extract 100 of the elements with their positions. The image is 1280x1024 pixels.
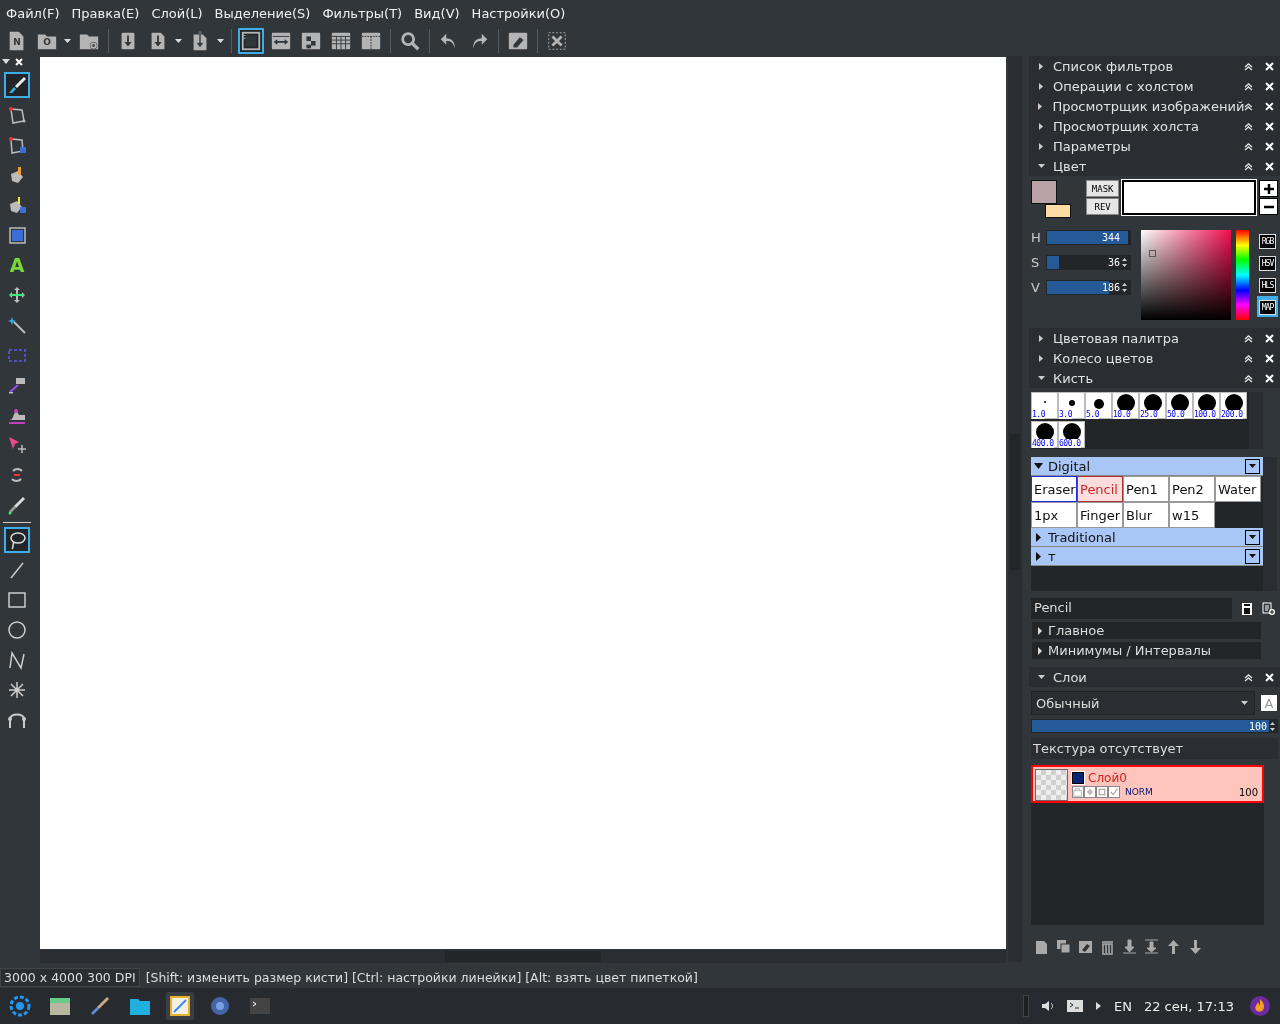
color-mode-button[interactable]: HLS (1259, 278, 1276, 293)
brush-size-preset[interactable]: 100.0 (1193, 392, 1220, 419)
close-icon[interactable] (1265, 672, 1274, 682)
panel-header[interactable]: Просмотрщик изображений (1029, 96, 1280, 116)
opacity-slider[interactable]: 100 (1031, 719, 1278, 733)
square-icon[interactable] (1096, 786, 1108, 798)
expand-arrow-icon[interactable] (1037, 122, 1045, 130)
menu-item[interactable]: Слой(L) (145, 5, 209, 21)
float-icon[interactable] (1244, 121, 1253, 131)
settings-section[interactable]: Главное (1032, 622, 1261, 639)
menu-item[interactable]: Настройки(O) (465, 5, 572, 21)
settings-section[interactable]: Минимумы / Интервалы (1032, 642, 1261, 659)
brush-preset[interactable]: Pencil (1077, 476, 1123, 502)
brush-group-header[interactable]: Digital (1031, 457, 1263, 476)
texture-field[interactable]: Текстура отсутствует (1031, 738, 1278, 759)
panel-header[interactable]: Цветовая палитра (1029, 328, 1280, 348)
color-mode-button[interactable]: RGB (1259, 234, 1276, 249)
brush-size-preset[interactable]: 5.0 (1085, 392, 1112, 419)
horizontal-scrollbar[interactable] (40, 950, 1006, 963)
panel-header[interactable]: Операции с холстом (1029, 76, 1280, 96)
expand-arrow-icon[interactable] (1037, 354, 1045, 362)
merge-down-button[interactable] (1122, 939, 1137, 957)
move-down-button[interactable] (1188, 939, 1203, 957)
float-icon[interactable] (1244, 373, 1253, 383)
background-swatch[interactable] (1045, 204, 1071, 218)
menu-item[interactable]: Вид(V) (408, 5, 466, 21)
expand-arrow-icon[interactable] (1037, 102, 1045, 110)
group-menu-button[interactable] (1245, 529, 1260, 545)
close-icon[interactable] (1265, 333, 1274, 343)
brush-preset[interactable]: Finger (1077, 502, 1123, 528)
brush-preset[interactable]: Pen2 (1169, 476, 1215, 502)
brush-size-preset[interactable]: 400.0 (1031, 420, 1058, 448)
expand-arrow-icon[interactable] (1037, 62, 1045, 70)
brush-size-preset[interactable]: 3.0 (1058, 392, 1085, 419)
brush-size-preset[interactable]: 200.0 (1220, 392, 1247, 419)
panel-header[interactable]: Колесо цветов (1029, 348, 1280, 368)
close-icon[interactable] (15, 58, 23, 66)
move-up-button[interactable] (1166, 939, 1181, 957)
float-icon[interactable] (1244, 672, 1253, 682)
collapse-arrow-icon[interactable] (1034, 461, 1043, 471)
s-slider[interactable]: 36 (1045, 255, 1131, 270)
clock[interactable]: 22 сен, 17:13 (1143, 998, 1234, 1014)
brush-preset[interactable]: Eraser (1031, 476, 1077, 502)
caret-icon[interactable] (2, 59, 11, 65)
brush-size-preset[interactable]: 50.0 (1166, 392, 1193, 419)
expand-arrow-icon[interactable] (1037, 334, 1045, 342)
layer-color-swatch[interactable] (1072, 771, 1084, 784)
view-button[interactable] (238, 28, 264, 54)
collapse-arrow-icon[interactable] (1037, 162, 1045, 170)
group-menu-button[interactable] (1245, 548, 1260, 564)
brush-tool[interactable] (4, 72, 30, 98)
keyboard-layout[interactable]: EN (1114, 998, 1132, 1014)
float-icon[interactable] (1244, 61, 1253, 71)
hue-strip[interactable] (1236, 230, 1249, 320)
close-icon[interactable] (1265, 81, 1274, 91)
brush-size-preset[interactable]: 25.0 (1139, 392, 1166, 419)
spin-icon[interactable] (1122, 283, 1127, 292)
panel-header[interactable]: Цвет (1029, 156, 1280, 176)
brush-preset[interactable]: w15 (1169, 502, 1215, 528)
close-icon[interactable] (1265, 353, 1274, 363)
check-icon[interactable] (1108, 786, 1120, 798)
h-slider[interactable]: 344 (1045, 230, 1131, 245)
menu-item[interactable]: Правка(E) (65, 5, 146, 21)
caret-icon[interactable] (175, 38, 183, 44)
mask-button[interactable]: MASK (1086, 180, 1120, 197)
expand-arrow-icon[interactable] (1037, 82, 1045, 90)
remove-button[interactable] (1259, 198, 1278, 215)
spin-icon[interactable] (1122, 258, 1127, 267)
lasso-tool[interactable] (4, 527, 30, 553)
brush-name-field[interactable]: Pencil (1031, 598, 1232, 619)
save-icon[interactable] (1241, 602, 1253, 615)
new-file-button[interactable]: N (4, 28, 30, 54)
float-icon[interactable] (1244, 333, 1253, 343)
mask-color-field[interactable] (1122, 180, 1256, 215)
caret-icon[interactable] (64, 38, 72, 44)
color-mode-button[interactable]: MAP (1259, 300, 1276, 315)
color-mode-button[interactable]: HSV (1259, 256, 1276, 271)
close-icon[interactable] (1265, 161, 1274, 171)
close-icon[interactable] (1265, 61, 1274, 71)
float-icon[interactable] (1244, 353, 1253, 363)
panel-header[interactable]: Кисть (1029, 368, 1280, 388)
menu-item[interactable]: Выделение(S) (208, 5, 317, 21)
expand-arrow-icon[interactable] (1037, 142, 1045, 150)
flatten-button[interactable] (1144, 939, 1159, 957)
taskbar-app[interactable] (166, 992, 194, 1020)
brush-preset[interactable]: Water (1215, 476, 1261, 502)
brush-group-header[interactable]: т (1031, 547, 1263, 566)
float-icon[interactable] (1244, 81, 1253, 91)
v-slider[interactable]: 186 (1045, 280, 1131, 295)
panel-header[interactable]: Слои (1029, 667, 1280, 687)
float-icon[interactable] (1244, 141, 1253, 151)
brush-group-header[interactable]: Traditional (1031, 528, 1263, 547)
caret-icon[interactable] (217, 38, 225, 44)
menu-item[interactable]: Файл(F) (0, 5, 66, 21)
delete-layer-button[interactable] (1100, 939, 1115, 957)
panel-handle[interactable] (1023, 995, 1029, 1017)
saturation-value-map[interactable] (1141, 230, 1231, 320)
brush-preset[interactable]: 1px (1031, 502, 1077, 528)
blend-mode-dropdown[interactable]: Обычный (1031, 691, 1255, 715)
group-menu-button[interactable] (1245, 458, 1260, 474)
